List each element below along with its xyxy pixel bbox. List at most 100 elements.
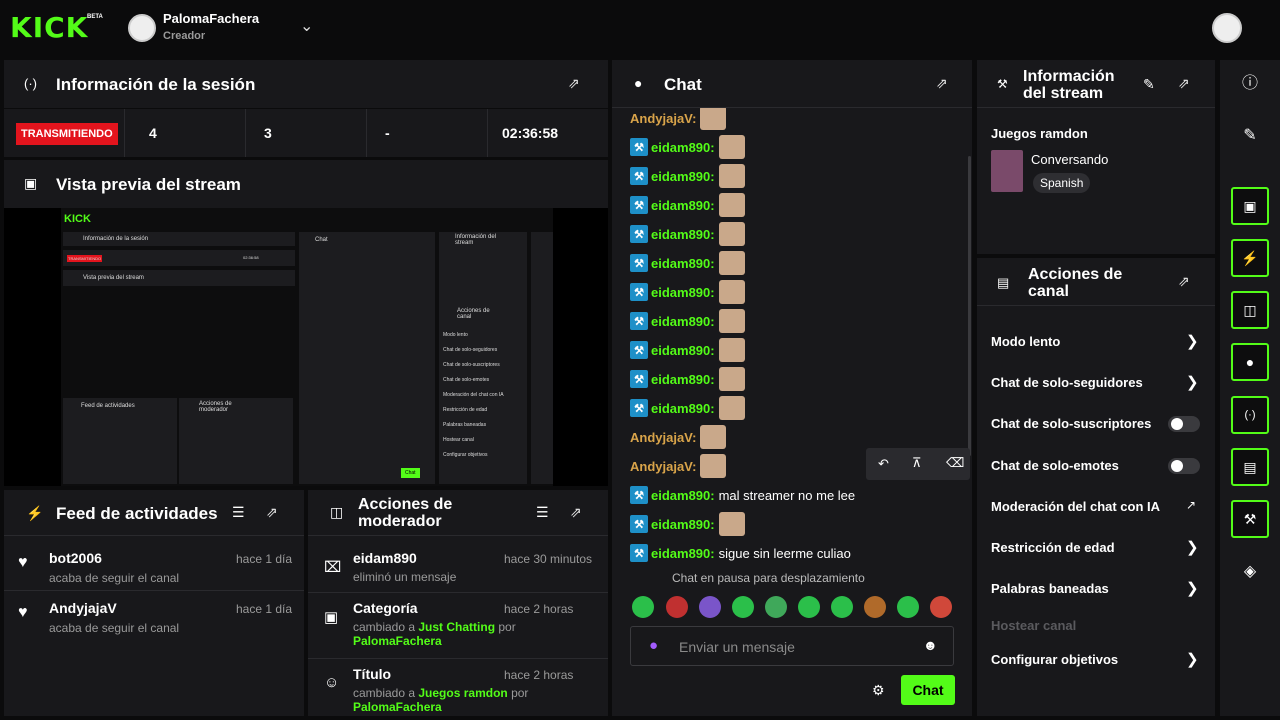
chat-username[interactable]: AndyjajaV: (630, 459, 696, 474)
emote-7[interactable] (831, 596, 853, 618)
chat-username[interactable]: eidam890: (651, 169, 715, 184)
chevron-right-icon[interactable]: ❯ (1186, 332, 1199, 350)
chat-message[interactable]: ⚒ eidam890: (630, 221, 745, 247)
chat-scrollbar[interactable] (968, 156, 971, 456)
external-link-icon[interactable]: ↗ (1186, 498, 1196, 512)
channel-action-6[interactable]: Restricción de edad (991, 540, 1115, 555)
undo-icon[interactable]: ↶ (878, 456, 889, 472)
chevron-right-icon[interactable]: ❯ (1186, 579, 1199, 597)
emote-5[interactable] (765, 596, 787, 618)
pencil-icon[interactable]: ✎ (1143, 76, 1155, 93)
chat-message[interactable]: ⚒ eidam890: (630, 308, 745, 334)
toggle-switch[interactable] (1168, 416, 1200, 432)
mod-action-value[interactable]: Just Chatting (418, 620, 495, 634)
chat-message[interactable]: ⚒ eidam890: (630, 279, 745, 305)
chat-username[interactable]: eidam890: (651, 546, 715, 561)
emote-9[interactable] (897, 596, 919, 618)
broadcast-icon[interactable]: (·) (1231, 396, 1269, 434)
popout-icon[interactable]: ⇗ (570, 504, 582, 521)
filter-icon[interactable]: ☰ (536, 504, 549, 521)
chevron-down-icon[interactable]: ⌄ (300, 16, 313, 36)
popout-icon[interactable]: ⇗ (1178, 273, 1190, 290)
chat-username[interactable]: eidam890: (651, 140, 715, 155)
send-chat-button[interactable]: Chat (901, 675, 955, 705)
channel-action-3[interactable]: Chat de solo-suscriptores (991, 416, 1151, 431)
chat-message[interactable]: ⚒ eidam890: mal streamer no me lee (630, 482, 855, 508)
chat-username[interactable]: AndyjajaV: (630, 111, 696, 126)
wrench-icon[interactable]: ⚒ (1231, 500, 1269, 538)
filter-icon[interactable]: ☰ (232, 504, 245, 521)
channel-action-9[interactable]: Configurar objetivos (991, 652, 1118, 667)
chat-message[interactable]: ⚒ eidam890: (630, 395, 745, 421)
emote-10[interactable] (930, 596, 952, 618)
emote-8[interactable] (864, 596, 886, 618)
chat-input[interactable]: ● Enviar un mensaje ☻ (630, 626, 954, 666)
chat-message[interactable]: ⚒ eidam890: (630, 192, 745, 218)
channel-action-1[interactable]: Modo lento (991, 334, 1060, 349)
mod-action-value[interactable]: Juegos ramdon (418, 686, 507, 700)
toggle-switch[interactable] (1168, 458, 1200, 474)
emote-2[interactable] (666, 596, 688, 618)
chat-username[interactable]: eidam890: (651, 517, 715, 532)
chat-username[interactable]: eidam890: (651, 198, 715, 213)
chat-message[interactable]: ⚒ eidam890: (630, 366, 745, 392)
channel-avatar[interactable] (128, 14, 156, 42)
emote-4[interactable] (732, 596, 754, 618)
chat-username[interactable]: eidam890: (651, 343, 715, 358)
chat-username[interactable]: eidam890: (651, 256, 715, 271)
mod-action-user[interactable]: PalomaFachera (353, 634, 442, 648)
kick-logo[interactable]: KICK (10, 14, 88, 42)
chat-username[interactable]: eidam890: (651, 314, 715, 329)
stream-preview[interactable]: KICK Información de la sesión TRANSMITIE… (4, 208, 608, 486)
popout-icon[interactable]: ⇗ (936, 75, 948, 92)
chat-message[interactable]: ⚒ eidam890: (630, 134, 745, 160)
emote-3[interactable] (699, 596, 721, 618)
chat-message[interactable]: AndyjajaV: (630, 108, 727, 131)
channel-action-7[interactable]: Palabras baneadas (991, 581, 1109, 596)
info-icon[interactable]: ⓘ (1231, 65, 1269, 103)
chat-username[interactable]: eidam890: (651, 488, 715, 503)
popout-icon[interactable]: ⇗ (1178, 75, 1190, 92)
chevron-right-icon[interactable]: ❯ (1186, 650, 1199, 668)
chat-message[interactable]: ⚒ eidam890: (630, 337, 745, 363)
chat-message[interactable]: ⚒ eidam890: sigue sin leerme culiao (630, 540, 851, 566)
emote-6[interactable] (798, 596, 820, 618)
microphone-icon[interactable]: ● (649, 637, 658, 654)
chat-bubble-icon[interactable]: ● (1231, 343, 1269, 381)
popout-icon[interactable]: ⇗ (568, 75, 580, 92)
chat-username[interactable]: eidam890: (651, 372, 715, 387)
chat-username[interactable]: eidam890: (651, 401, 715, 416)
chevron-right-icon[interactable]: ❯ (1186, 373, 1199, 391)
chat-message[interactable]: ⚒ eidam890: (630, 250, 745, 276)
lightning-icon[interactable]: ⚡ (1231, 239, 1269, 277)
document-icon[interactable]: ◫ (1231, 291, 1269, 329)
pencil-icon[interactable]: ✎ (1231, 117, 1269, 155)
emoji-icon[interactable]: ☻ (923, 637, 938, 653)
pin-icon[interactable]: ⊼ (912, 455, 922, 471)
chat-message[interactable]: ⚒ eidam890: (630, 163, 745, 189)
channel-name[interactable]: PalomaFachera (163, 11, 259, 26)
channel-action-2[interactable]: Chat de solo-seguidores (991, 375, 1143, 390)
channel-icon[interactable]: ▤ (1231, 448, 1269, 486)
chat-messages[interactable]: AndyjajaV: ⚒ eidam890: ⚒ eidam890: ⚒ eidam890:… (612, 108, 972, 586)
user-avatar[interactable] (1212, 13, 1242, 43)
channel-action-5[interactable]: Moderación del chat con IA (991, 499, 1160, 514)
emote-1[interactable] (632, 596, 654, 618)
mod-action-user[interactable]: PalomaFachera (353, 700, 442, 714)
chat-paused-notice[interactable]: Chat en pausa para desplazamiento (672, 571, 865, 585)
gear-icon[interactable]: ⚙ (872, 682, 885, 699)
channel-action-4[interactable]: Chat de solo-emotes (991, 458, 1119, 473)
chevron-right-icon[interactable]: ❯ (1186, 538, 1199, 556)
share-icon[interactable]: ◈ (1231, 553, 1269, 591)
feed-username[interactable]: bot2006 (49, 550, 102, 566)
chat-message[interactable]: AndyjajaV: (630, 453, 727, 479)
capture-icon[interactable]: ▣ (1231, 187, 1269, 225)
chat-message[interactable]: AndyjajaV: (630, 424, 727, 450)
chat-message[interactable]: ⚒ eidam890: (630, 511, 745, 537)
popout-icon[interactable]: ⇗ (266, 504, 278, 521)
feed-username[interactable]: AndyjajaV (49, 600, 117, 616)
trash-icon[interactable]: ⌫ (946, 455, 964, 471)
chat-username[interactable]: eidam890: (651, 285, 715, 300)
chat-username[interactable]: eidam890: (651, 227, 715, 242)
chat-username[interactable]: AndyjajaV: (630, 430, 696, 445)
